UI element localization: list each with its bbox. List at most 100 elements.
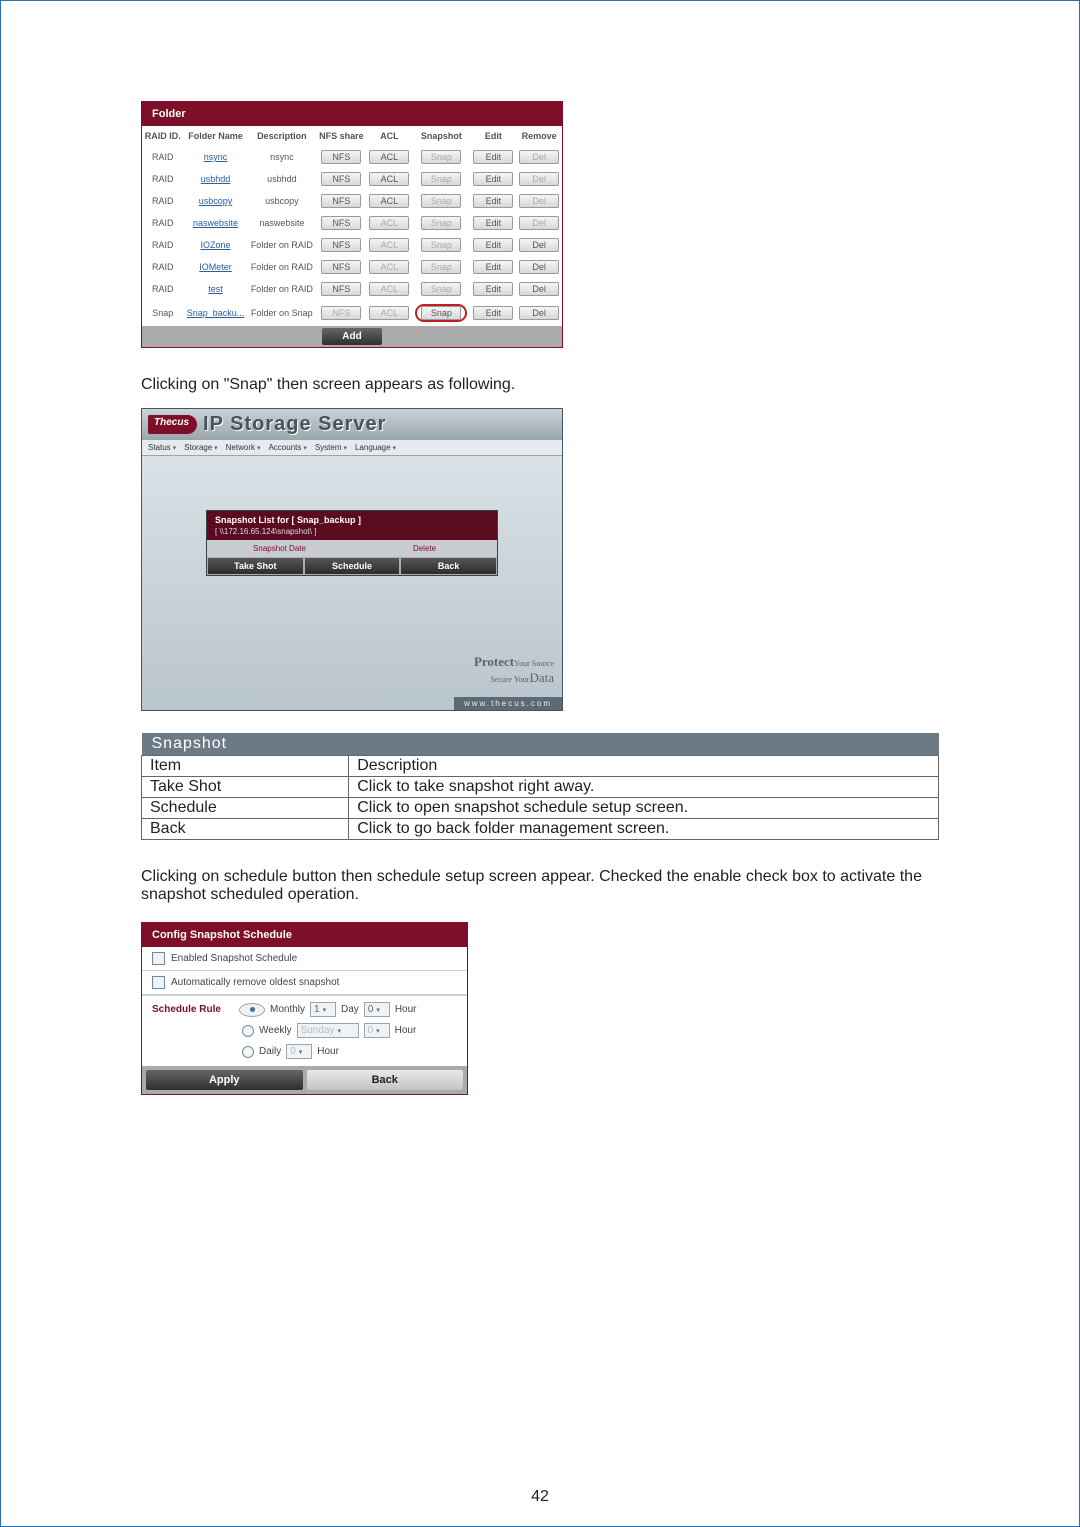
del-button[interactable]: Del <box>516 234 562 256</box>
folder-name-link[interactable]: usbcopy <box>184 190 248 212</box>
radio-monthly[interactable] <box>239 1003 265 1017</box>
edit-button[interactable]: Edit <box>470 256 516 278</box>
ip-storage-panel: Thecus IP Storage Server StatusStorageNe… <box>141 408 563 711</box>
folder-panel-title: Folder <box>142 102 562 126</box>
acl-button[interactable]: ACL <box>367 300 413 326</box>
take-shot-button[interactable]: Take Shot <box>208 558 303 574</box>
nfs-button[interactable]: NFS <box>316 190 366 212</box>
raid-id: RAID <box>142 234 184 256</box>
desc-item: Take Shot <box>142 777 349 798</box>
cfg-back-button[interactable]: Back <box>307 1070 464 1090</box>
daily-hour-select[interactable]: 0▾ <box>286 1044 312 1059</box>
folder-col-0: RAID ID. <box>142 126 184 146</box>
menu-item-system[interactable]: System <box>315 443 347 452</box>
folder-name-link[interactable]: nsync <box>184 146 248 168</box>
nfs-button[interactable]: NFS <box>316 300 366 326</box>
desc-head-description: Description <box>349 756 939 777</box>
back-button[interactable]: Back <box>401 558 496 574</box>
acl-button[interactable]: ACL <box>367 234 413 256</box>
raid-id: RAID <box>142 146 184 168</box>
desc-item: Back <box>142 819 349 840</box>
snap-button[interactable]: Snap <box>412 234 470 256</box>
del-button[interactable]: Del <box>516 300 562 326</box>
acl-button[interactable]: ACL <box>367 212 413 234</box>
monthly-hour-select[interactable]: 0▾ <box>364 1002 390 1017</box>
schedule-button[interactable]: Schedule <box>305 558 400 574</box>
snap-button[interactable]: Snap <box>412 256 470 278</box>
auto-remove-checkbox[interactable] <box>152 976 165 989</box>
folder-name-link[interactable]: Snap_backu... <box>184 300 248 326</box>
edit-button[interactable]: Edit <box>470 146 516 168</box>
desc-row: Take ShotClick to take snapshot right aw… <box>142 777 939 798</box>
ip-menu: Status Storage Network Accounts System Langua… <box>142 440 562 456</box>
nfs-button[interactable]: NFS <box>316 234 366 256</box>
del-button[interactable]: Del <box>516 212 562 234</box>
folder-desc: Folder on RAID <box>248 278 317 300</box>
ip-title: IP Storage Server <box>203 413 386 436</box>
acl-button[interactable]: ACL <box>367 190 413 212</box>
nfs-button[interactable]: NFS <box>316 212 366 234</box>
snap-button[interactable]: Snap <box>412 300 470 326</box>
nfs-button[interactable]: NFS <box>316 168 366 190</box>
nfs-button[interactable]: NFS <box>316 146 366 168</box>
del-button[interactable]: Del <box>516 190 562 212</box>
folder-desc: Folder on Snap <box>248 300 317 326</box>
snap-button[interactable]: Snap <box>412 278 470 300</box>
edit-button[interactable]: Edit <box>470 278 516 300</box>
edit-button[interactable]: Edit <box>470 168 516 190</box>
monthly-day-select[interactable]: 1▾ <box>310 1002 336 1017</box>
folder-row: RAIDIOMeterFolder on RAIDNFSACLSnapEditD… <box>142 256 562 278</box>
ip-url: www.thecus.com <box>454 697 562 710</box>
acl-button[interactable]: ACL <box>367 146 413 168</box>
snap-button[interactable]: Snap <box>412 146 470 168</box>
edit-button[interactable]: Edit <box>470 300 516 326</box>
enabled-label: Enabled Snapshot Schedule <box>171 953 297 964</box>
edit-button[interactable]: Edit <box>470 190 516 212</box>
acl-button[interactable]: ACL <box>367 278 413 300</box>
folder-name-link[interactable]: IOZone <box>184 234 248 256</box>
del-button[interactable]: Del <box>516 146 562 168</box>
auto-remove-label: Automatically remove oldest snapshot <box>171 977 339 988</box>
menu-item-language[interactable]: Language <box>355 443 396 452</box>
snapshot-list-panel: Snapshot List for [ Snap_backup ] [ \\17… <box>206 510 498 576</box>
apply-button[interactable]: Apply <box>146 1070 303 1090</box>
desc-head-item: Item <box>142 756 349 777</box>
folder-table: RAID ID.Folder NameDescriptionNFS shareA… <box>142 126 562 326</box>
radio-daily[interactable] <box>242 1046 254 1058</box>
ip-footer-slogan: ProtectYour Source Secure YourData <box>474 654 554 686</box>
edit-button[interactable]: Edit <box>470 212 516 234</box>
radio-weekly[interactable] <box>242 1025 254 1037</box>
folder-desc: Folder on RAID <box>248 256 317 278</box>
folder-col-2: Description <box>248 126 317 146</box>
del-button[interactable]: Del <box>516 168 562 190</box>
acl-button[interactable]: ACL <box>367 168 413 190</box>
weekly-hour-select[interactable]: 0▾ <box>364 1023 390 1038</box>
menu-item-storage[interactable]: Storage <box>184 443 218 452</box>
acl-button[interactable]: ACL <box>367 256 413 278</box>
snap-button[interactable]: Snap <box>412 168 470 190</box>
del-button[interactable]: Del <box>516 256 562 278</box>
hour-label-3: Hour <box>317 1046 339 1057</box>
menu-item-network[interactable]: Network <box>226 443 261 452</box>
folder-name-link[interactable]: naswebsite <box>184 212 248 234</box>
menu-item-status[interactable]: Status <box>148 443 176 452</box>
snap-button[interactable]: Snap <box>412 190 470 212</box>
raid-id: Snap <box>142 300 184 326</box>
folder-name-link[interactable]: usbhdd <box>184 168 248 190</box>
edit-button[interactable]: Edit <box>470 234 516 256</box>
snap-button[interactable]: Snap <box>412 212 470 234</box>
folder-desc: Folder on RAID <box>248 234 317 256</box>
add-button[interactable]: Add <box>322 328 381 345</box>
del-button[interactable]: Del <box>516 278 562 300</box>
menu-item-accounts[interactable]: Accounts <box>268 443 306 452</box>
nfs-button[interactable]: NFS <box>316 278 366 300</box>
folder-panel: Folder RAID ID.Folder NameDescriptionNFS… <box>141 101 563 348</box>
nfs-button[interactable]: NFS <box>316 256 366 278</box>
enabled-checkbox[interactable] <box>152 952 165 965</box>
folder-name-link[interactable]: IOMeter <box>184 256 248 278</box>
folder-name-link[interactable]: test <box>184 278 248 300</box>
weekly-day-select[interactable]: Sunday▾ <box>297 1023 359 1038</box>
folder-desc: usbcopy <box>248 190 317 212</box>
body-text-1: Clicking on "Snap" then screen appears a… <box>141 376 939 394</box>
hour-label-2: Hour <box>395 1025 417 1036</box>
